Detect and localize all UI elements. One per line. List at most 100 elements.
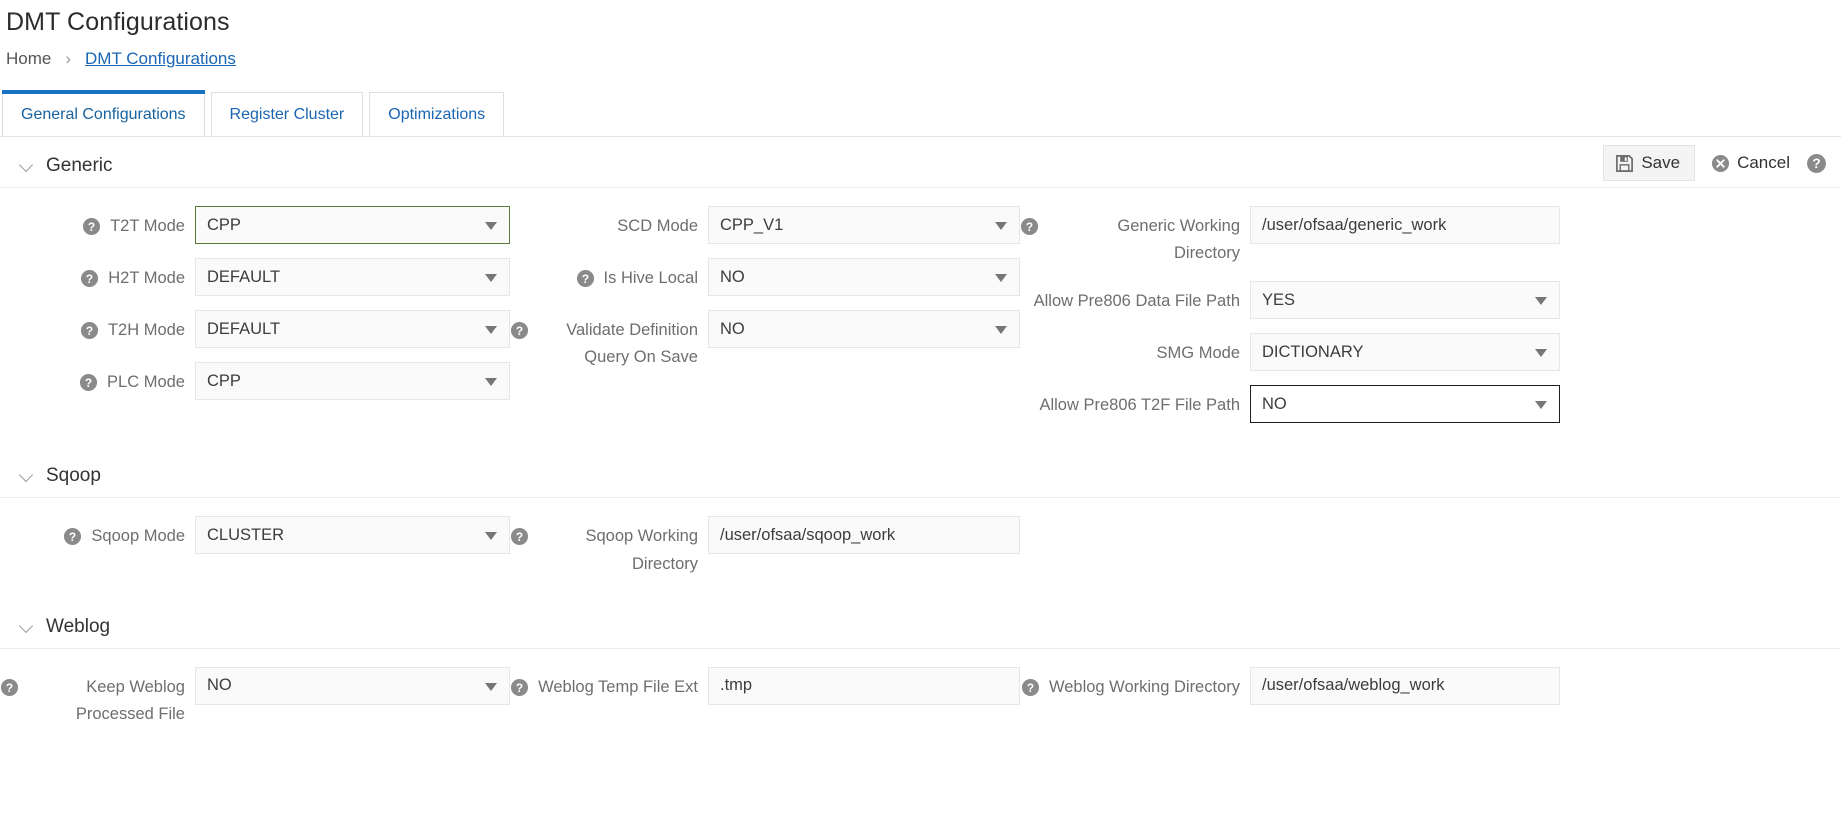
chevron-down-icon <box>1535 297 1547 306</box>
select-scd-mode[interactable]: CPP_V1 <box>708 206 1020 244</box>
label-text: Allow Pre806 Data File Path <box>1033 292 1240 311</box>
chevron-down-icon <box>485 326 497 334</box>
chevron-down-icon <box>485 274 497 282</box>
select-is-hive-local[interactable]: NO <box>708 258 1020 296</box>
field-value: CPP <box>207 371 241 390</box>
svg-text:?: ? <box>516 530 523 544</box>
section-sqoop: Sqoop? Sqoop Mode CLUSTER ? Sqoop Working Di… <box>0 447 1841 597</box>
breadcrumb-home[interactable]: Home <box>6 49 51 69</box>
select-t2h-mode[interactable]: DEFAULT <box>195 310 510 348</box>
help-circle-icon[interactable]: ? <box>80 321 99 340</box>
help-circle-icon[interactable]: ? <box>510 321 529 340</box>
help-circle-icon[interactable]: ? <box>1020 217 1039 236</box>
input-sqoop-working-directory[interactable]: /user/ofsaa/sqoop_work <box>708 516 1020 555</box>
tab-general-configurations[interactable]: General Configurations <box>2 90 205 137</box>
help-circle-icon[interactable]: ? <box>576 269 595 288</box>
section-header-weblog[interactable]: Weblog <box>0 598 1841 649</box>
field-generic-working-directory: ? Generic Working Directory/user/ofsaa/ge… <box>1020 206 1560 267</box>
label-text: T2T Mode <box>110 217 185 235</box>
input-generic-working-directory[interactable]: /user/ofsaa/generic_work <box>1250 206 1560 244</box>
field-label-t2t-mode: ? T2T Mode <box>0 206 185 240</box>
section-title: Weblog <box>46 615 111 637</box>
select-h2t-mode[interactable]: DEFAULT <box>195 258 510 296</box>
field-label-validate-definition-query-on-save: ? Validate Definition Query On Save <box>510 310 698 371</box>
chevron-down-icon <box>995 274 1007 282</box>
form-column: ? Keep Weblog Processed File NO <box>0 666 510 738</box>
field-allow-pre806-data-file-path: Allow Pre806 Data File Path YES <box>1020 281 1560 320</box>
form-column: ? T2T Mode CPP? H2T Mode DEFAULT? T2H Mode DEF… <box>0 206 510 437</box>
svg-text:?: ? <box>1026 220 1033 234</box>
chevron-down-icon[interactable] <box>20 620 34 634</box>
field-value: CLUSTER <box>207 525 285 544</box>
label-text: H2T Mode <box>108 269 185 287</box>
field-allow-pre806-t2f-file-path: Allow Pre806 T2F File Path NO <box>1020 385 1560 424</box>
field-value: /user/ofsaa/sqoop_work <box>720 525 896 544</box>
input-weblog-working-directory[interactable]: /user/ofsaa/weblog_work <box>1250 666 1560 705</box>
svg-text:?: ? <box>6 681 13 695</box>
section-generic: Generic Save Cancel?? T2T Mode CPP? H2T Mode D… <box>0 137 1841 447</box>
form-grid-generic: ? T2T Mode CPP? H2T Mode DEFAULT? T2H Mode DEF… <box>0 188 1841 447</box>
label-text: Weblog Working Directory <box>1048 677 1240 696</box>
breadcrumb: Home › DMT Configurations <box>0 37 1841 69</box>
save-button[interactable]: Save <box>1603 145 1696 181</box>
help-circle-icon[interactable]: ? <box>79 373 98 392</box>
select-t2t-mode[interactable]: CPP <box>195 206 510 244</box>
cancel-button[interactable]: Cancel <box>1701 146 1800 180</box>
field-label-allow-pre806-data-file-path: Allow Pre806 Data File Path <box>1020 281 1240 315</box>
select-plc-mode[interactable]: CPP <box>195 362 510 400</box>
svg-text:?: ? <box>88 220 95 234</box>
label-text: Weblog Temp File Ext <box>538 677 698 696</box>
form-column: ? Weblog Working Directory/user/ofsaa/web… <box>1020 666 1560 738</box>
chevron-down-icon <box>485 532 497 541</box>
select-allow-pre806-t2f-file-path[interactable]: NO <box>1250 385 1560 424</box>
tab-label: Optimizations <box>388 106 486 123</box>
help-circle-icon[interactable]: ? <box>80 269 99 288</box>
field-label-weblog-temp-file-ext: ? Weblog Temp File Ext <box>510 667 698 701</box>
field-value: NO <box>720 319 745 338</box>
label-text: Keep Weblog Processed File <box>75 677 185 724</box>
input-weblog-temp-file-ext[interactable]: .tmp <box>708 666 1020 705</box>
select-sqoop-mode[interactable]: CLUSTER <box>195 516 510 555</box>
label-text: Generic Working Directory <box>1117 217 1240 263</box>
field-label-sqoop-working-directory: ? Sqoop Working Directory <box>510 516 698 577</box>
field-label-weblog-working-directory: ? Weblog Working Directory <box>1020 667 1240 701</box>
field-t2h-mode: ? T2H Mode DEFAULT <box>0 310 510 348</box>
field-plc-mode: ? PLC Mode CPP <box>0 362 510 400</box>
chevron-down-icon[interactable] <box>20 159 34 173</box>
section-header-generic[interactable]: Generic Save Cancel? <box>0 137 1841 188</box>
help-circle-icon[interactable]: ? <box>510 678 529 697</box>
tab-optimizations[interactable]: Optimizations <box>369 92 505 137</box>
select-validate-definition-query-on-save[interactable]: NO <box>708 310 1020 348</box>
field-value: DEFAULT <box>207 319 281 338</box>
field-label-h2t-mode: ? H2T Mode <box>0 258 185 292</box>
label-text: SCD Mode <box>617 217 698 235</box>
field-label-scd-mode: SCD Mode <box>510 206 698 240</box>
breadcrumb-dmt-configurations[interactable]: DMT Configurations <box>85 49 236 69</box>
select-smg-mode[interactable]: DICTIONARY <box>1250 333 1560 372</box>
chevron-down-icon <box>485 222 497 230</box>
help-circle-icon[interactable]: ? <box>0 678 19 697</box>
save-button-label: Save <box>1641 153 1681 172</box>
svg-text:?: ? <box>69 530 76 544</box>
help-circle-icon[interactable]: ? <box>510 527 529 546</box>
field-h2t-mode: ? H2T Mode DEFAULT <box>0 258 510 296</box>
section-title: Generic <box>46 155 113 176</box>
field-label-smg-mode: SMG Mode <box>1020 333 1240 367</box>
section-header-sqoop[interactable]: Sqoop <box>0 447 1841 499</box>
help-circle-icon[interactable]: ? <box>82 217 101 236</box>
tab-label: General Configurations <box>21 106 186 123</box>
help-circle-icon[interactable]: ? <box>63 527 82 546</box>
select-keep-weblog-processed-file[interactable]: NO <box>195 666 510 705</box>
label-text: Is Hive Local <box>603 269 698 287</box>
chevron-down-icon[interactable] <box>20 469 34 483</box>
cancel-circle-icon <box>1711 154 1730 173</box>
floppy-disk-icon <box>1615 154 1634 173</box>
tab-register-cluster[interactable]: Register Cluster <box>210 92 364 137</box>
svg-text:?: ? <box>516 324 523 338</box>
tab-label: Register Cluster <box>229 106 345 123</box>
label-text: Sqoop Mode <box>91 527 185 546</box>
help-circle-icon[interactable]: ? <box>1806 153 1827 174</box>
field-label-sqoop-mode: ? Sqoop Mode <box>0 516 185 550</box>
select-allow-pre806-data-file-path[interactable]: YES <box>1250 281 1560 320</box>
help-circle-icon[interactable]: ? <box>1021 678 1040 697</box>
